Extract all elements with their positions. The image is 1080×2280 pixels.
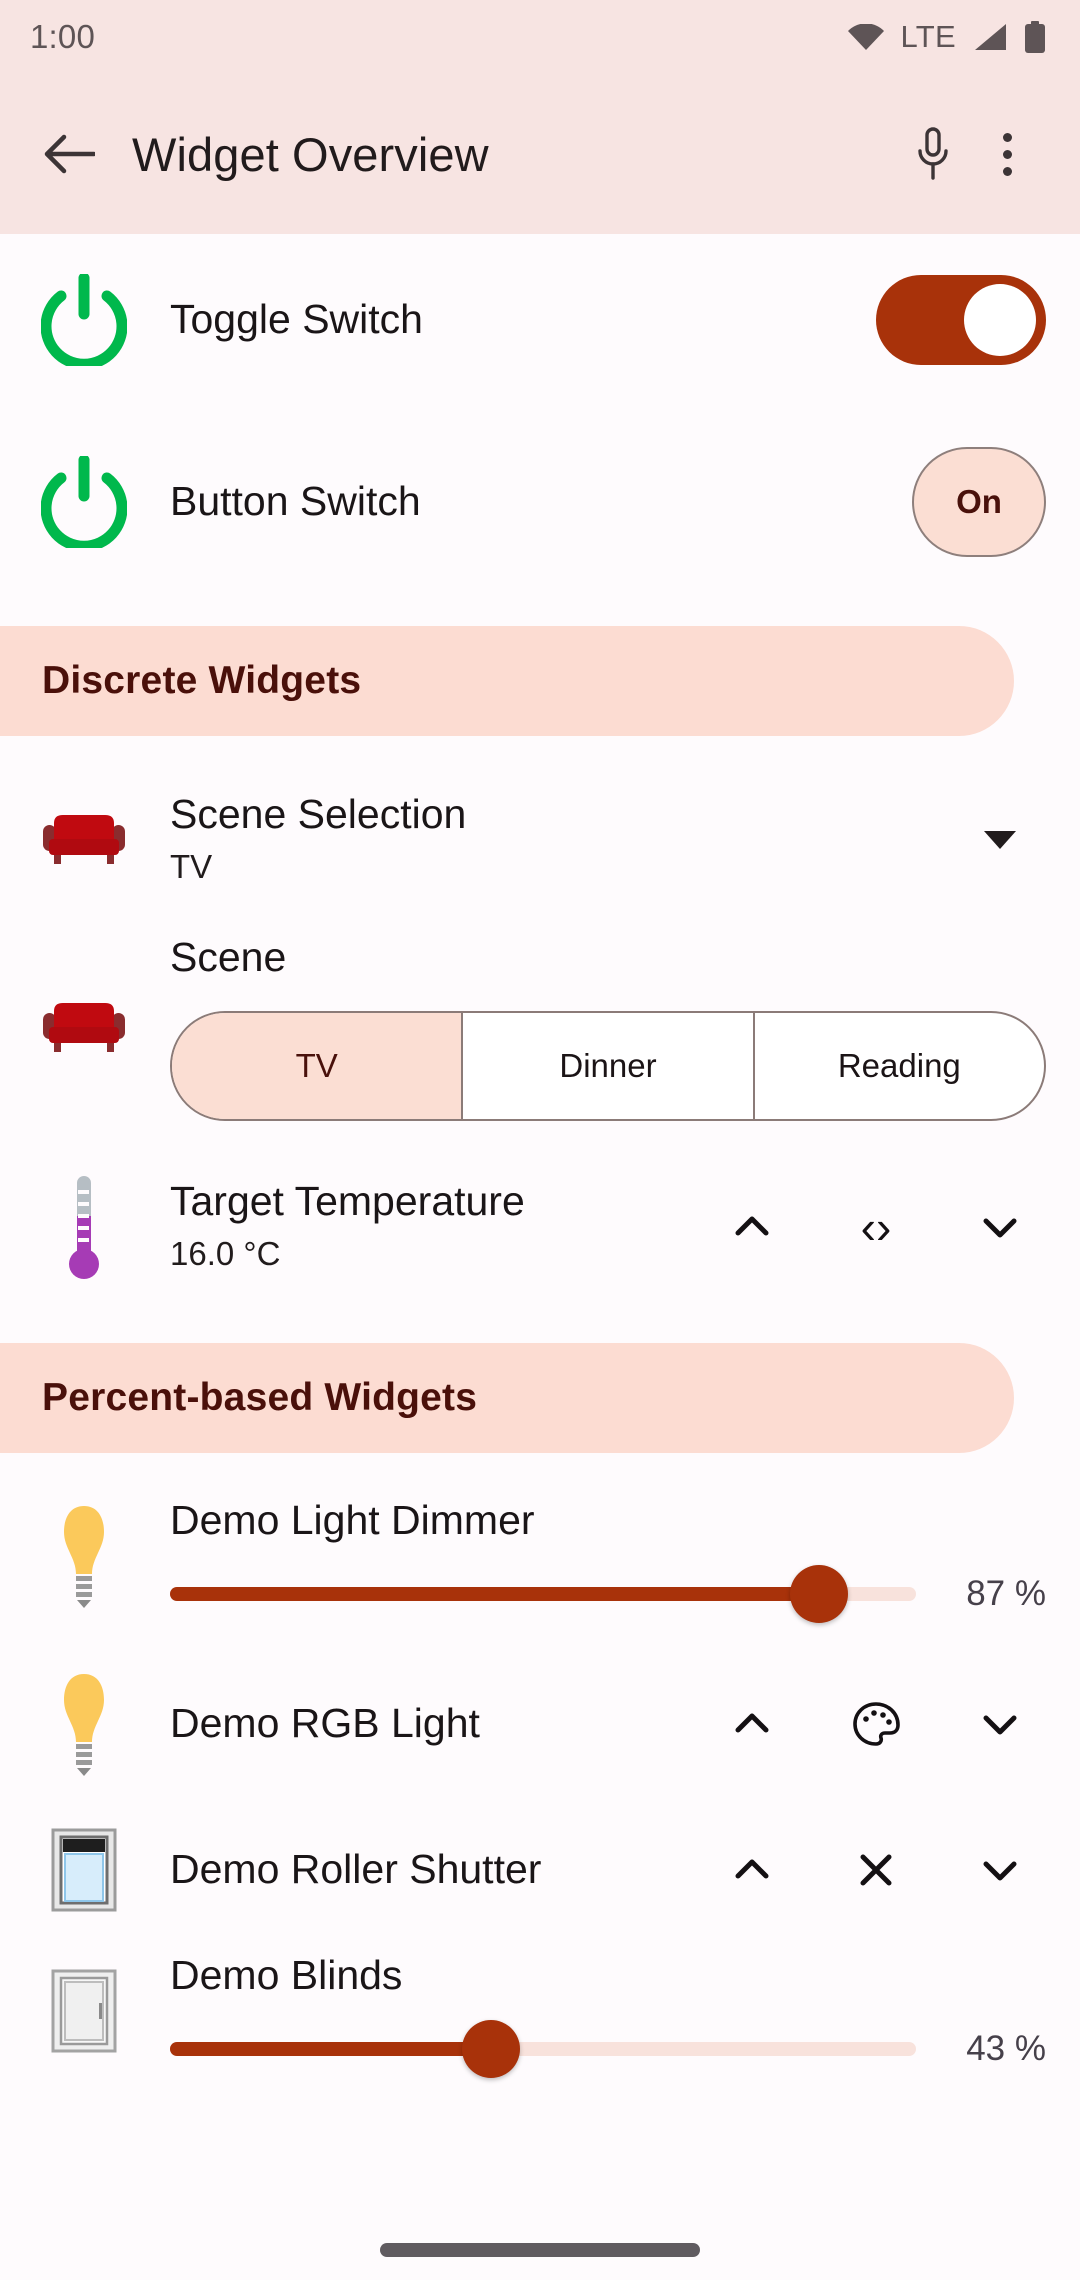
light-dimmer-slider[interactable] <box>170 1565 916 1623</box>
row-subtitle: TV <box>170 847 213 885</box>
phone-screen: 1:00 LTE Widget Overview Toggle Switch B… <box>0 0 1080 2280</box>
segment-dinner[interactable]: Dinner <box>463 1013 755 1119</box>
row-title: Demo Light Dimmer <box>170 1497 535 1543</box>
couch-icon <box>36 980 132 1076</box>
toggle-switch[interactable] <box>876 275 1046 365</box>
roller-shutter-stepper[interactable] <box>706 1824 1046 1916</box>
button-switch-control[interactable]: On <box>912 447 1046 557</box>
row-title: Toggle Switch <box>170 296 423 343</box>
power-icon <box>36 454 132 550</box>
row-subtitle: 16.0 °C <box>170 1234 281 1272</box>
microphone-icon <box>918 127 948 180</box>
page-title: Widget Overview <box>132 127 489 181</box>
voice-search-button[interactable] <box>896 117 970 191</box>
row-toggle-switch[interactable]: Toggle Switch <box>0 252 1080 388</box>
roller-shutter-label-group: Demo Roller Shutter <box>132 1846 706 1894</box>
scene-selection-dropdown[interactable] <box>954 794 1046 886</box>
widget-list: Toggle Switch Button Switch On Discrete … <box>0 234 1080 2078</box>
battery-icon <box>1024 21 1046 53</box>
section-label: Percent-based Widgets <box>42 1376 478 1419</box>
blinds-slider[interactable] <box>170 2020 916 2078</box>
slider-fill <box>170 1587 820 1601</box>
blinds-group: Demo Blinds 43 % <box>132 1952 1046 2078</box>
close-x-icon[interactable] <box>830 1824 922 1916</box>
light-bulb-icon <box>36 1505 132 1608</box>
scene-segmented-control[interactable]: TV Dinner Reading <box>170 1011 1046 1121</box>
blinds-icon <box>36 1963 132 2059</box>
scene-selection-label-group: Scene Selection TV <box>132 791 954 888</box>
row-demo-blinds[interactable]: Demo Blinds 43 % <box>0 1952 1080 2078</box>
couch-icon <box>36 792 132 888</box>
row-target-temperature[interactable]: Target Temperature 16.0 °C ‹› <box>0 1167 1080 1287</box>
light-dimmer-group: Demo Light Dimmer 87 % <box>132 1497 1046 1623</box>
target-temperature-label-group: Target Temperature 16.0 °C <box>132 1178 706 1275</box>
row-title: Scene <box>170 934 287 980</box>
chevron-up-icon[interactable] <box>706 1181 798 1273</box>
row-title: Demo Roller Shutter <box>170 1846 542 1893</box>
slider-thumb[interactable] <box>461 2020 520 2078</box>
toggle-knob <box>964 284 1036 356</box>
blinds-value: 43 % <box>966 2029 1046 2068</box>
chevron-down-icon[interactable] <box>954 1678 1046 1770</box>
button-switch-on-button[interactable]: On <box>912 447 1046 557</box>
signal-icon <box>973 23 1007 51</box>
row-button-switch[interactable]: Button Switch On <box>0 434 1080 570</box>
toggle-switch-label-group: Toggle Switch <box>132 296 876 344</box>
roller-shutter-icon <box>36 1822 132 1918</box>
power-icon <box>36 272 132 368</box>
row-title: Target Temperature <box>170 1178 525 1225</box>
section-header-discrete-widgets: Discrete Widgets <box>0 626 1014 736</box>
light-dimmer-value: 87 % <box>966 1574 1046 1613</box>
row-scene-segmented[interactable]: Scene TV Dinner Reading <box>0 934 1080 1121</box>
segment-reading[interactable]: Reading <box>755 1013 1044 1119</box>
button-switch-label-group: Button Switch <box>132 478 912 526</box>
color-palette-icon[interactable] <box>830 1678 922 1770</box>
row-scene-selection[interactable]: Scene Selection TV <box>0 780 1080 900</box>
overflow-menu-button[interactable] <box>970 117 1044 191</box>
status-bar: 1:00 LTE <box>0 0 1080 74</box>
target-temperature-stepper[interactable]: ‹› <box>706 1181 1046 1273</box>
status-bar-indicators: LTE <box>847 19 1046 55</box>
back-arrow-icon <box>44 134 95 174</box>
slider-thumb[interactable] <box>790 1565 849 1623</box>
chevron-up-icon[interactable] <box>706 1678 798 1770</box>
row-title: Demo Blinds <box>170 1952 403 1998</box>
row-title: Button Switch <box>170 478 421 525</box>
segment-tv[interactable]: TV <box>172 1013 464 1119</box>
wifi-icon <box>847 24 884 50</box>
row-demo-light-dimmer[interactable]: Demo Light Dimmer 87 % <box>0 1497 1080 1623</box>
chevron-up-icon[interactable] <box>706 1824 798 1916</box>
scene-label-group: Scene TV Dinner Reading <box>132 934 1046 1121</box>
chevron-down-icon[interactable] <box>954 1824 1046 1916</box>
overflow-menu-icon <box>1002 132 1012 176</box>
left-right-arrows-glyph: ‹› <box>860 1201 892 1253</box>
chevron-down-icon[interactable] <box>954 1181 1046 1273</box>
rgb-light-label-group: Demo RGB Light <box>132 1700 706 1748</box>
slider-fill <box>170 2042 491 2056</box>
left-right-arrows-icon[interactable]: ‹› <box>830 1181 922 1273</box>
section-header-percent-based-widgets: Percent-based Widgets <box>0 1343 1014 1453</box>
rgb-light-stepper[interactable] <box>706 1678 1046 1770</box>
blinds-slider-row[interactable]: 43 % <box>170 2020 1046 2078</box>
row-title: Scene Selection <box>170 791 467 838</box>
row-demo-rgb-light[interactable]: Demo RGB Light <box>0 1660 1080 1788</box>
home-gesture-pill[interactable] <box>380 2243 700 2257</box>
network-type-label: LTE <box>900 19 956 54</box>
status-bar-clock: 1:00 <box>30 18 96 55</box>
app-bar: Widget Overview <box>0 74 1080 234</box>
back-button[interactable] <box>30 115 108 193</box>
caret-down-icon[interactable] <box>954 794 1046 886</box>
light-dimmer-slider-row[interactable]: 87 % <box>170 1565 1046 1623</box>
light-bulb-icon <box>36 1674 132 1776</box>
row-demo-roller-shutter[interactable]: Demo Roller Shutter <box>0 1806 1080 1934</box>
toggle-switch-control[interactable] <box>876 275 1046 365</box>
system-navigation-bar <box>0 2220 1080 2280</box>
row-title: Demo RGB Light <box>170 1700 480 1747</box>
section-label: Discrete Widgets <box>42 659 362 702</box>
thermometer-icon <box>36 1176 132 1279</box>
